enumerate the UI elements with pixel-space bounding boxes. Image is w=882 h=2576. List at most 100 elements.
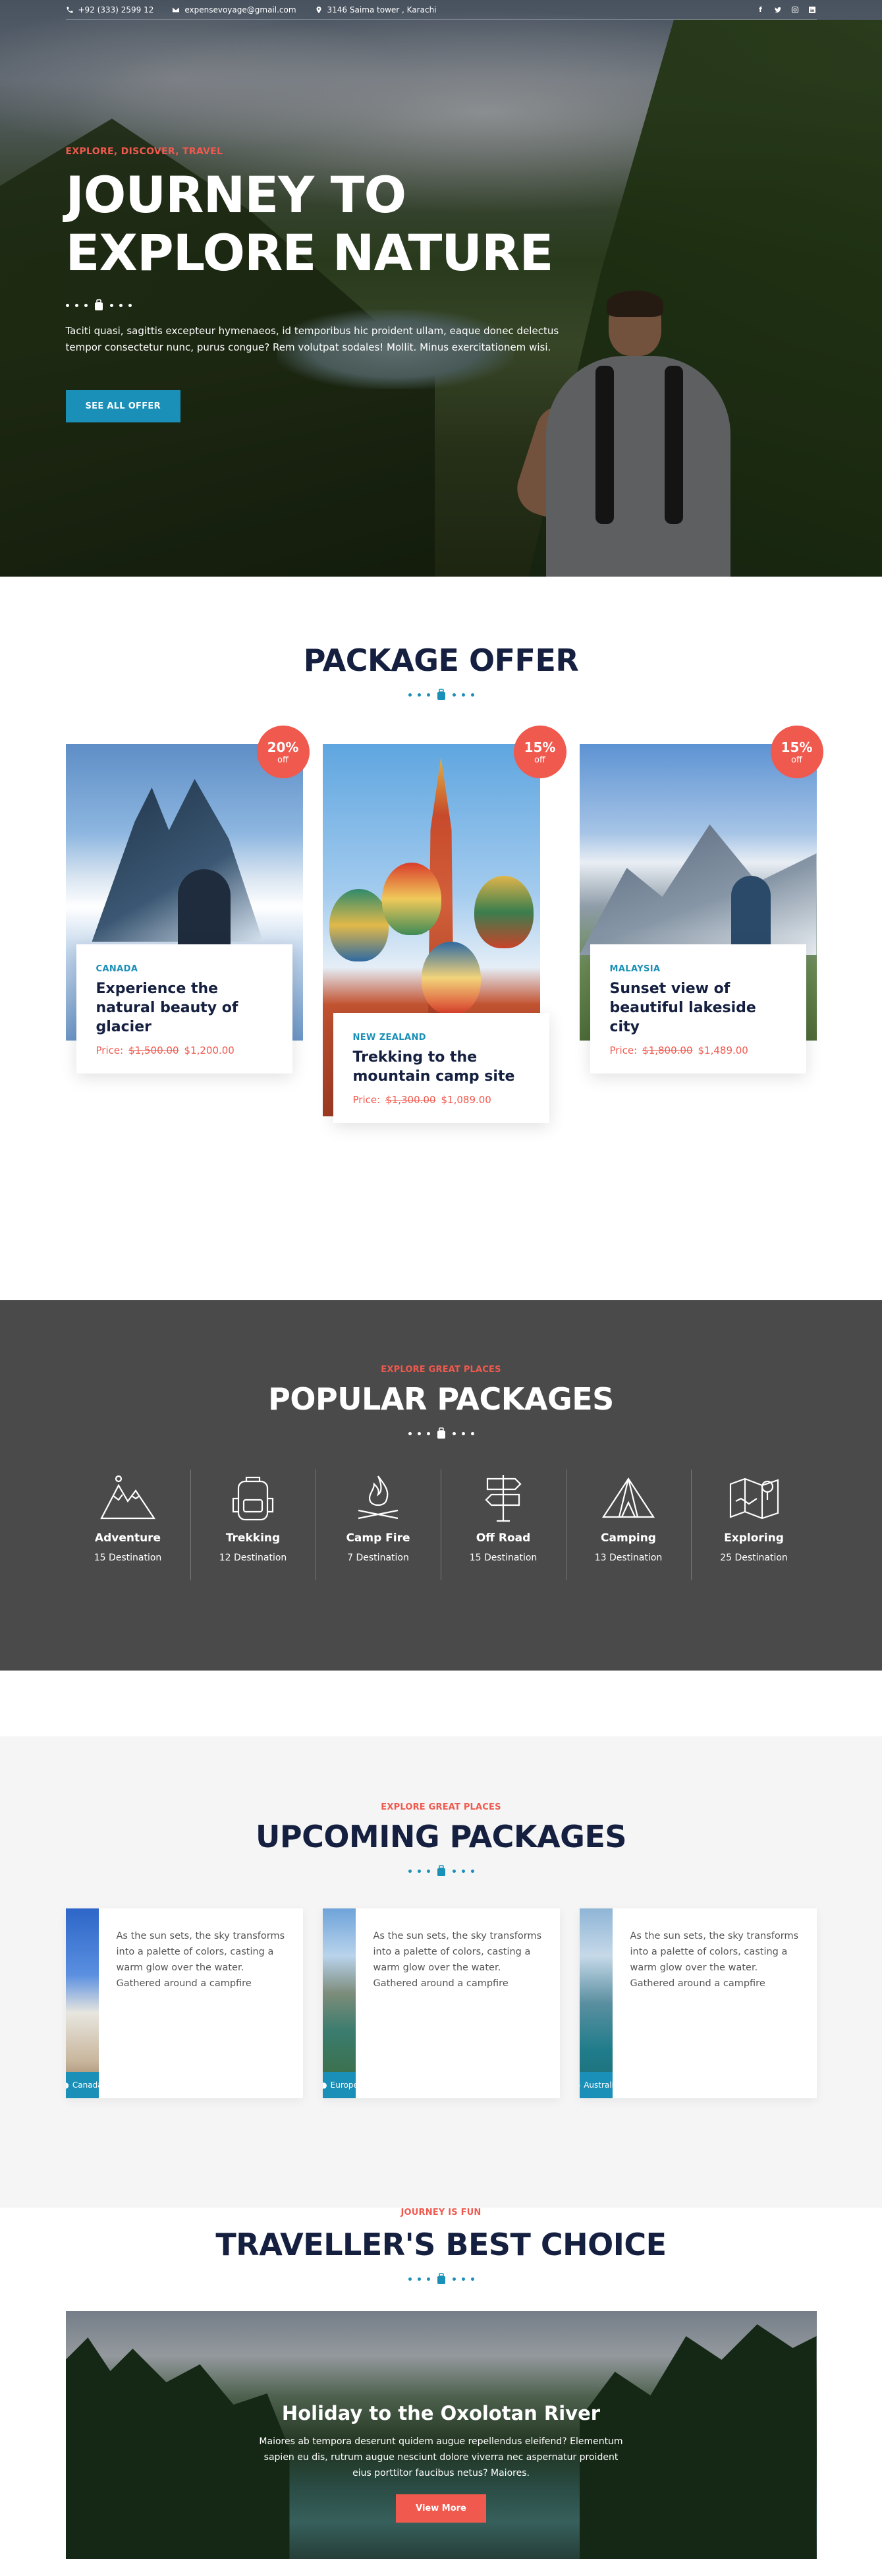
upcoming-image[interactable]: ●Canada [65,1908,99,2098]
category-count: 13 Destination [594,1553,663,1563]
section-divider [66,1427,817,1439]
offer-info-box: NEW ZEALAND Trekking to the mountain cam… [333,1013,549,1123]
offer-info-box: CANADA Experience the natural beauty of … [76,944,292,1073]
category-campfire[interactable]: Camp Fire 7 Destination [316,1470,441,1580]
luggage-icon [436,2273,447,2285]
section-divider [66,1865,817,1877]
offer-price: Price: $1,800.00 $1,489.00 [609,1045,748,1056]
view-more-button[interactable]: View More [396,2494,486,2523]
category-name: Off Road [476,1531,531,1545]
campfire-icon [358,1475,399,1520]
category-exploring[interactable]: Exploring 25 Destination [692,1470,817,1580]
upcoming-title: UPCOMING PACKAGES [256,1819,627,1854]
offer-title[interactable]: Experience the natural beauty of glacier [96,979,273,1037]
location-pin-icon: ● [580,2080,581,2090]
popular-title: POPULAR PACKAGES [268,1381,614,1417]
see-all-offer-button[interactable]: SEE ALL OFFER [65,390,180,422]
luggage-icon [94,299,104,311]
linkedin-icon[interactable]: in [808,5,817,14]
old-price: $1,500.00 [128,1045,179,1056]
new-price: $1,489.00 [698,1045,748,1056]
offer-price: Price: $1,300.00 $1,089.00 [352,1094,491,1106]
upcoming-packages-section: EXPLORE GREAT PLACES UPCOMING PACKAGES ●… [0,1736,882,2208]
best-title: TRAVELLER'S BEST CHOICE [215,2227,667,2262]
topbar-phone[interactable]: +92 (333) 2599 12 [66,5,154,14]
best-choice-section: JOURNEY IS FUN TRAVELLER'S BEST CHOICE H… [0,2208,882,2559]
offer-card[interactable]: 15% off NEW ZEALAND Trekking to the moun… [322,726,566,1123]
hero-eyebrow: EXPLORE, DISCOVER, TRAVEL [65,146,223,157]
offer-title[interactable]: Sunset view of beautiful lakeside city [610,979,786,1037]
category-name: Exploring [724,1531,784,1545]
offer-card[interactable]: 20% off CANADA Experience the natural be… [65,726,310,1116]
discount-off-label: off [791,755,802,765]
old-price: $1,300.00 [385,1094,436,1106]
topbar-phone-text: +92 (333) 2599 12 [78,5,154,14]
category-off-road[interactable]: Off Road 15 Destination [441,1470,566,1580]
location-tag: ● Europe [322,2072,356,2098]
offer-info-box: MALAYSIA Sunset view of beautiful lakesi… [590,944,806,1073]
popular-eyebrow: EXPLORE GREAT PLACES [381,1365,501,1375]
banner-title: Holiday to the Oxolotan River [281,2402,601,2424]
discount-percent: 15% [524,739,556,755]
backpack-icon [232,1476,274,1521]
category-camping[interactable]: Camping 13 Destination [566,1470,692,1580]
package-offer-section: PACKAGE OFFER 20% off CANADA Experience … [0,577,882,1300]
topbar: +92 (333) 2599 12 expensevoyage@gmail.co… [0,0,882,25]
facebook-icon[interactable]: f [756,5,765,14]
upcoming-card[interactable]: ●Australia As the sun sets, the sky tran… [579,1908,817,2098]
category-name: Trekking [225,1531,281,1545]
instagram-icon[interactable] [790,5,800,14]
offer-country: MALAYSIA [609,964,661,974]
location-tag: ●Canada [65,2072,99,2098]
best-eyebrow: JOURNEY IS FUN [400,2208,482,2218]
topbar-email[interactable]: expensevoyage@gmail.com [172,5,296,14]
social-links: f in [756,5,817,14]
category-adventure[interactable]: Adventure 15 Destination [66,1470,191,1580]
location-name: Canada [72,2080,99,2090]
category-name: Camp Fire [346,1531,410,1545]
category-name: Adventure [94,1531,161,1545]
offer-title[interactable]: Trekking to the mountain camp site [353,1048,530,1086]
upcoming-image[interactable]: ●Australia [579,1908,613,2098]
hero-title-line1: JOURNEY TO [65,165,407,224]
luggage-icon [436,1865,447,1877]
topbar-address: 3146 Saima tower , Karachi [315,5,437,14]
upcoming-card[interactable]: ●Canada As the sun sets, the sky transfo… [65,1908,303,2098]
section-divider [66,2273,817,2285]
offer-card[interactable]: 15% off MALAYSIA Sunset view of beautifu… [579,726,823,1116]
luggage-icon [436,1427,447,1439]
luggage-icon [436,689,447,701]
discount-badge: 15% off [770,726,823,778]
upcoming-text: As the sun sets, the sky transforms into… [373,1931,542,1989]
category-count: 15 Destination [94,1553,162,1563]
map-icon [729,1477,779,1520]
upcoming-image[interactable]: ● Europe [322,1908,356,2098]
banner-content: Holiday to the Oxolotan River Maiores ab… [66,2402,817,2523]
category-count: 25 Destination [720,1553,788,1563]
new-price: $1,089.00 [441,1094,491,1106]
discount-percent: 15% [781,739,813,755]
banner-description: Maiores ab tempora deserunt quidem augue… [259,2436,623,2478]
discount-percent: 20% [267,739,299,755]
location-pin-icon: ● [65,2080,69,2090]
topbar-email-text: expensevoyage@gmail.com [184,5,296,14]
hero-title-line2: EXPLORE NATURE [65,223,554,282]
category-count: 12 Destination [219,1553,287,1563]
envelope-icon [173,7,180,12]
hero-divider [65,299,817,311]
offer-country: CANADA [96,964,138,974]
location-tag: ●Australia [579,2072,613,2098]
category-trekking[interactable]: Trekking 12 Destination [191,1470,316,1580]
new-price: $1,200.00 [184,1045,234,1056]
signpost-icon [485,1475,522,1522]
twitter-icon[interactable] [773,5,783,14]
category-count: 15 Destination [469,1553,537,1563]
upcoming-card[interactable]: ● Europe As the sun sets, the sky transfo… [322,1908,560,2098]
svg-text:in: in [810,9,814,13]
offer-price: Price: $1,500.00 $1,200.00 [96,1045,234,1056]
hero-title: JOURNEY TO EXPLORE NATURE [66,166,817,282]
hero-section: +92 (333) 2599 12 expensevoyage@gmail.co… [0,0,882,577]
location-name: Europe [330,2080,356,2090]
mountains-icon [100,1475,156,1520]
location-name: Australia [584,2080,613,2090]
